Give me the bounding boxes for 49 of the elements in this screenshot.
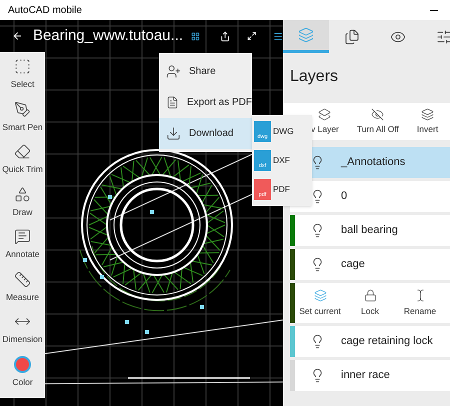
ruler-icon[interactable] [14, 270, 31, 288]
select-icon[interactable] [14, 58, 31, 75]
layer-action-label[interactable]: Turn All Off [356, 122, 399, 136]
submenu-label: DXF [273, 154, 290, 167]
invert-layers-icon[interactable] [421, 108, 434, 121]
layer-name: 0 [341, 189, 348, 204]
file-title: Bearing_www.tutoau... [32, 26, 184, 46]
submenu-label: DWG [273, 125, 294, 138]
tool-label[interactable]: Draw [12, 206, 32, 218]
layer-action-label[interactable]: Lock [361, 304, 379, 318]
panel-title: Layers [290, 67, 340, 87]
layer-row[interactable]: inner race [290, 360, 450, 391]
tool-label[interactable]: Color [12, 376, 33, 388]
files-icon [344, 28, 360, 44]
layer-row[interactable]: cage retaining lock [290, 326, 450, 357]
layer-name: ball bearing [341, 223, 398, 238]
menu-item[interactable]: Export as PDF [159, 87, 252, 118]
color-swatch-icon[interactable] [14, 356, 31, 372]
layer-row[interactable]: cage [290, 249, 450, 280]
layer-action-label[interactable]: Invert [416, 122, 438, 136]
user-plus-icon [166, 64, 181, 79]
tool-label[interactable]: Measure [6, 290, 40, 304]
layer-name: cage retaining lock [341, 334, 433, 350]
menu-item[interactable]: Download [159, 118, 252, 149]
eraser-icon[interactable] [14, 143, 31, 160]
layer-action-label[interactable]: Set current [299, 304, 341, 318]
layers-plus-icon[interactable] [318, 108, 332, 121]
tool-label[interactable]: Quick Trim [2, 163, 43, 176]
layer-name: cage [341, 257, 365, 272]
lock-icon[interactable] [364, 288, 376, 302]
tool-label[interactable]: Smart Pen [2, 120, 43, 134]
layer-name: inner race [341, 368, 390, 384]
comment-icon[interactable] [14, 228, 31, 245]
shapes-icon[interactable] [14, 186, 31, 202]
layer-action-label[interactable]: Rename [404, 304, 436, 318]
tool-label[interactable]: Select [10, 78, 34, 91]
sliders-icon [436, 28, 450, 44]
window-title: AutoCAD mobile [8, 4, 82, 18]
layer-row[interactable]: ball bearing [290, 215, 450, 246]
submenu-label: PDF [273, 183, 290, 196]
layers-icon[interactable] [314, 288, 326, 302]
download-icon [166, 126, 181, 141]
layers-icon [298, 27, 314, 43]
expand-icon[interactable] [247, 29, 257, 43]
menu-item[interactable]: Share [159, 56, 252, 87]
layer-name: _Annotations [341, 155, 406, 170]
pen-icon[interactable] [14, 100, 31, 118]
tool-label[interactable]: Dimension [2, 333, 43, 346]
tool-label[interactable]: Annotate [5, 248, 40, 261]
